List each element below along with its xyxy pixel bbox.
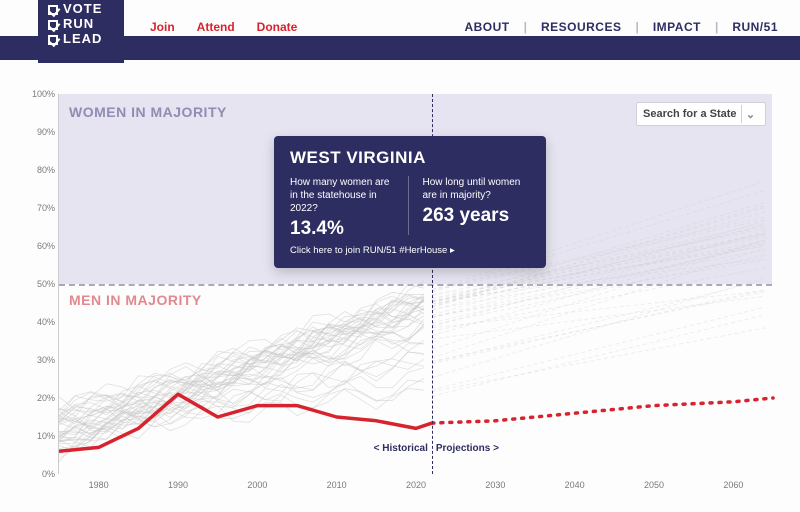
y-tick: 70%: [29, 203, 55, 213]
x-tick: 2060: [723, 480, 743, 490]
brand-logo[interactable]: VOTE RUN LEAD: [38, 0, 124, 63]
y-tick: 80%: [29, 165, 55, 175]
callout-state: WEST VIRGINIA: [290, 148, 530, 168]
y-tick: 60%: [29, 241, 55, 251]
checkbox-icon: [48, 35, 58, 45]
plot-area: WOMEN IN MAJORITY MEN IN MAJORITY Search…: [58, 94, 772, 474]
x-tick: 2050: [644, 480, 664, 490]
nav-join[interactable]: Join: [150, 20, 175, 34]
y-tick: 10%: [29, 431, 55, 441]
callout-q2: How long until women are in majority?: [423, 176, 531, 202]
y-tick: 90%: [29, 127, 55, 137]
nav-impact[interactable]: IMPACT: [653, 20, 701, 34]
callout-cta-link[interactable]: Click here to join RUN/51 #HerHouse ▸: [290, 245, 530, 256]
x-tick: 2010: [327, 480, 347, 490]
y-tick: 100%: [29, 89, 55, 99]
x-tick: 2030: [485, 480, 505, 490]
callout-v1: 13.4%: [290, 222, 398, 235]
checkbox-icon: [48, 5, 58, 15]
nav-resources[interactable]: RESOURCES: [541, 20, 622, 34]
nav-attend[interactable]: Attend: [197, 20, 235, 34]
nav-donate[interactable]: Donate: [257, 20, 298, 34]
y-tick: 50%: [29, 279, 55, 289]
x-tick: 2040: [565, 480, 585, 490]
x-tick: 2000: [247, 480, 267, 490]
utility-nav: Join Attend Donate: [150, 20, 297, 34]
y-tick: 20%: [29, 393, 55, 403]
x-tick: 2020: [406, 480, 426, 490]
y-tick: 30%: [29, 355, 55, 365]
historical-label: < Historical: [374, 443, 432, 454]
x-tick: 1980: [89, 480, 109, 490]
state-callout[interactable]: WEST VIRGINIA How many women are in the …: [274, 136, 546, 268]
callout-q1: How many women are in the statehouse in …: [290, 176, 398, 215]
y-tick: 40%: [29, 317, 55, 327]
x-tick: 1990: [168, 480, 188, 490]
chart-container: WOMEN IN MAJORITY MEN IN MAJORITY Search…: [28, 94, 772, 500]
projection-label: Projections >: [432, 443, 499, 454]
nav-run51[interactable]: RUN/51: [732, 20, 778, 34]
main-nav: ABOUT| RESOURCES| IMPACT| RUN/51: [464, 20, 778, 34]
checkbox-icon: [48, 20, 58, 30]
callout-v2: 263 years: [423, 209, 531, 222]
y-tick: 0%: [29, 469, 55, 479]
nav-about[interactable]: ABOUT: [464, 20, 509, 34]
